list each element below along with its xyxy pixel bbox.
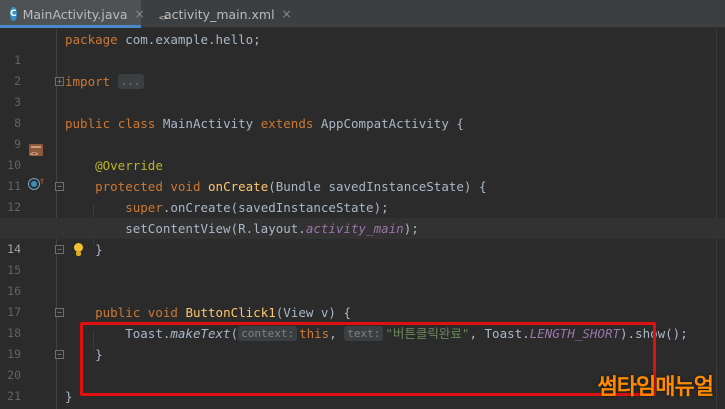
keyword: class xyxy=(117,116,156,131)
fold-collapse-icon[interactable]: − xyxy=(55,182,64,191)
code-line[interactable]: 8 xyxy=(0,92,725,130)
keyword: super xyxy=(125,200,163,215)
fold-collapse-icon[interactable]: − xyxy=(55,308,64,317)
code-text: AppCompatActivity { xyxy=(320,116,464,131)
keyword: package xyxy=(65,32,118,47)
code-line-current[interactable]: 14 setContentView(R.layout.activity_main… xyxy=(0,218,725,256)
code-text: ); xyxy=(403,221,419,236)
close-icon[interactable]: × xyxy=(282,7,292,21)
code-line[interactable]: 10 xyxy=(0,134,725,172)
override-method-icon[interactable] xyxy=(29,179,39,189)
code-line[interactable]: 1 package com.example.hello; xyxy=(0,29,725,67)
fold-expand-icon[interactable]: + xyxy=(55,77,64,86)
code-line[interactable]: 18 public void ButtonClick1(View v) { xyxy=(0,302,725,340)
keyword: void xyxy=(170,179,201,194)
close-icon[interactable]: × xyxy=(135,7,145,21)
tab-label: MainActivity.java xyxy=(22,6,128,22)
keyword: public xyxy=(65,116,111,131)
fold-collapse-icon[interactable]: − xyxy=(55,350,64,359)
watermark: 썸타임매뉴얼 xyxy=(597,375,714,400)
folded-imports[interactable]: ... xyxy=(117,74,144,89)
tab-label: activity_main.xml xyxy=(164,6,275,22)
code-line[interactable]: 11 @Override xyxy=(0,155,725,193)
code-line[interactable]: 15 } xyxy=(0,239,725,277)
keyword: public xyxy=(95,305,141,320)
tab-activity-main-xml[interactable]: activity_main.xml × xyxy=(148,0,292,28)
code-text: (Bundle savedInstanceState) { xyxy=(268,179,487,194)
annotation-highlight-box xyxy=(80,322,656,396)
code-text: } xyxy=(65,389,73,404)
keyword: extends xyxy=(260,116,314,131)
code-line[interactable]: 17 xyxy=(0,281,725,319)
keyword: import xyxy=(65,74,111,89)
code-text: (View v) { xyxy=(275,305,352,320)
resource-field: activity_main xyxy=(305,221,404,236)
annotation: @Override xyxy=(95,158,163,173)
code-text: com.example.hello; xyxy=(117,32,261,47)
code-line[interactable]: 13 super.onCreate(savedInstanceState); xyxy=(0,197,725,235)
tab-main-activity-java[interactable]: C MainActivity.java × xyxy=(0,0,145,28)
class-name: MainActivity xyxy=(162,116,254,131)
code-text: (R.layout. xyxy=(230,221,306,236)
method-name: ButtonClick1 xyxy=(185,305,276,320)
java-class-icon: C xyxy=(10,7,17,21)
code-text: } xyxy=(95,242,103,257)
fold-collapse-icon[interactable]: − xyxy=(55,245,64,254)
method-name: onCreate xyxy=(208,179,269,194)
keyword: void xyxy=(147,305,178,320)
editor-tab-bar: C MainActivity.java × activity_main.xml … xyxy=(0,0,725,28)
code-line[interactable]: 16 xyxy=(0,260,725,298)
code-line[interactable]: 9 public class MainActivity extends AppC… xyxy=(0,113,725,151)
override-arrow-icon: ↑ xyxy=(39,176,46,187)
code-editor[interactable]: 1 package com.example.hello; 2 3 import … xyxy=(0,29,725,409)
code-line[interactable]: 12 protected void onCreate(Bundle savedI… xyxy=(0,176,725,214)
code-text: .onCreate(savedInstanceState); xyxy=(162,200,389,215)
keyword: protected xyxy=(95,179,163,194)
code-line[interactable]: 2 xyxy=(0,50,725,88)
method-call: setContentView xyxy=(125,221,231,236)
code-line[interactable]: 3 import ... xyxy=(0,71,725,109)
